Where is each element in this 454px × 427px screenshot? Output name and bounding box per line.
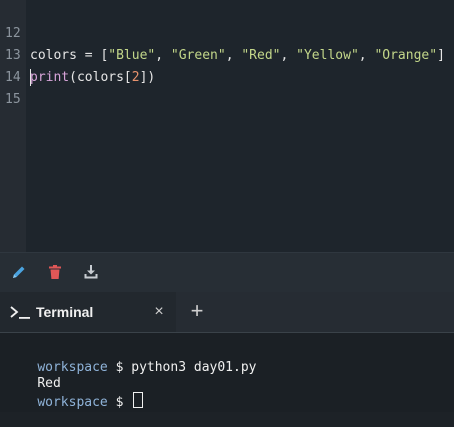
- download-button[interactable]: [81, 262, 101, 282]
- add-tab-button[interactable]: +: [186, 298, 208, 323]
- line-number: 15: [5, 92, 21, 107]
- code-line[interactable]: 13 print(colors[2]): [0, 23, 454, 85]
- terminal-line: workspace $ python3 day01.py: [6, 344, 256, 375]
- code-line[interactable]: 14: [0, 45, 454, 85]
- prompt-symbol: $: [107, 395, 132, 410]
- editor-toolbar: [0, 252, 454, 292]
- edit-button[interactable]: [9, 262, 29, 282]
- terminal-prompt-icon: [10, 306, 30, 319]
- delete-button[interactable]: [45, 262, 65, 282]
- code-line[interactable]: 12 colors = ["Blue", "Green", "Red", "Ye…: [0, 1, 454, 63]
- code-line[interactable]: 15: [0, 67, 454, 107]
- code-editor[interactable]: 12 colors = ["Blue", "Green", "Red", "Ye…: [0, 0, 454, 252]
- tab-label: Terminal: [36, 304, 94, 320]
- terminal-panel[interactable]: workspace $ python3 day01.py Red workspa…: [0, 333, 454, 412]
- trash-icon: [49, 265, 61, 279]
- pencil-icon: [13, 266, 25, 278]
- terminal-prompt: workspace: [37, 395, 108, 410]
- terminal-cursor: [133, 392, 144, 408]
- text-cursor: [30, 69, 31, 86]
- terminal-line[interactable]: workspace $: [6, 376, 144, 410]
- terminal-output: Red: [6, 360, 60, 391]
- tab-terminal[interactable]: Terminal ×: [0, 292, 176, 332]
- download-icon: [84, 265, 98, 279]
- close-icon[interactable]: ×: [150, 303, 168, 321]
- terminal-command: python3 day01.py: [131, 360, 257, 375]
- terminal-tab-bar: Terminal × +: [0, 292, 454, 333]
- prompt-symbol: $: [107, 360, 132, 375]
